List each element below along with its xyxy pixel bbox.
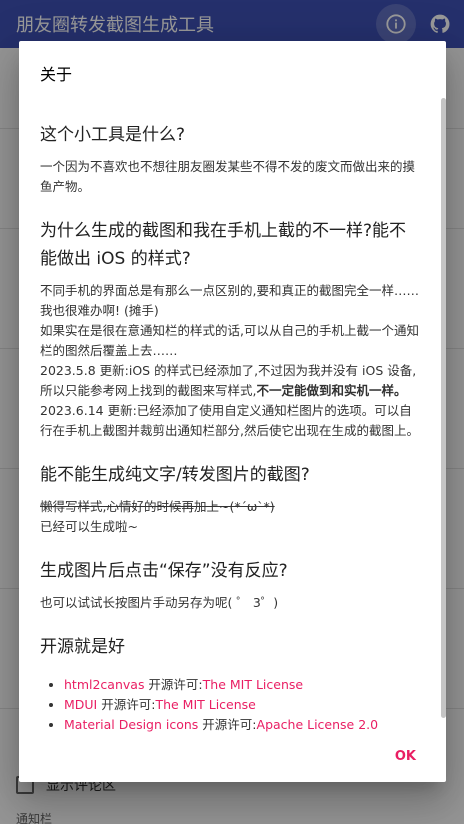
faq-pure-text: 能不能生成纯文字/转发图片的截图? 懒得写样式,心情好的时候再加上~(*´ω`*… [40,461,422,537]
faq-heading: 能不能生成纯文字/转发图片的截图? [40,465,310,485]
about-dialog: 关于 这个小工具是什么? 一个因为不喜欢也不想往朋友圈发某些不得不发的废文而做出… [19,41,446,782]
faq-answer: 懒得写样式,心情好的时候再加上~(*´ω`*) 已经可以生成啦~ [40,499,275,534]
ok-button[interactable]: OK [387,740,424,772]
html2canvas-link[interactable]: html2canvas [64,677,144,692]
section-heading: 开源就是好 [40,637,125,657]
license-link[interactable]: Apache License 2.0 [257,717,379,732]
faq-answer: 也可以试试长按图片手动另存为呢( ゜ 3゜) [40,595,279,610]
material-icons-link[interactable]: Material Design icons [64,717,198,732]
faq-heading: 为什么生成的截图和我在手机上截的不一样?能不能做出 iOS 的样式? [40,221,407,269]
license-list: html2canvas 开源许可:The MIT License MDUI 开源… [40,675,422,735]
faq-save-no-response: 生成图片后点击“保存”没有反应? 也可以试试长按图片手动另存为呢( ゜ 3゜) [40,557,422,613]
faq-answer: 不同手机的界面总是有那么一点区别的,要和真正的截图完全一样……我也很难办啊! (… [40,283,419,438]
faq-what-is-it: 这个小工具是什么? 一个因为不喜欢也不想往朋友圈发某些不得不发的废文而做出来的摸… [40,121,422,197]
open-source-section: 开源就是好 html2canvas 开源许可:The MIT License M… [40,633,422,735]
list-item: html2canvas 开源许可:The MIT License [64,675,422,695]
mdui-link[interactable]: MDUI [64,697,97,712]
faq-heading: 这个小工具是什么? [40,125,186,145]
faq-heading: 生成图片后点击“保存”没有反应? [40,561,288,581]
list-item: Material Design icons 开源许可:Apache Licens… [64,715,422,735]
license-link[interactable]: The MIT License [155,697,255,712]
faq-answer: 一个因为不喜欢也不想往朋友圈发某些不得不发的废文而做出来的摸鱼产物。 [40,159,416,194]
faq-why-different: 为什么生成的截图和我在手机上截的不一样?能不能做出 iOS 的样式? 不同手机的… [40,217,422,441]
list-item: MDUI 开源许可:The MIT License [64,695,422,715]
license-link[interactable]: The MIT License [203,677,303,692]
dialog-actions: OK [19,734,446,782]
dialog-content[interactable]: 这个小工具是什么? 一个因为不喜欢也不想往朋友圈发某些不得不发的废文而做出来的摸… [19,107,446,735]
dialog-title: 关于 [40,65,73,84]
